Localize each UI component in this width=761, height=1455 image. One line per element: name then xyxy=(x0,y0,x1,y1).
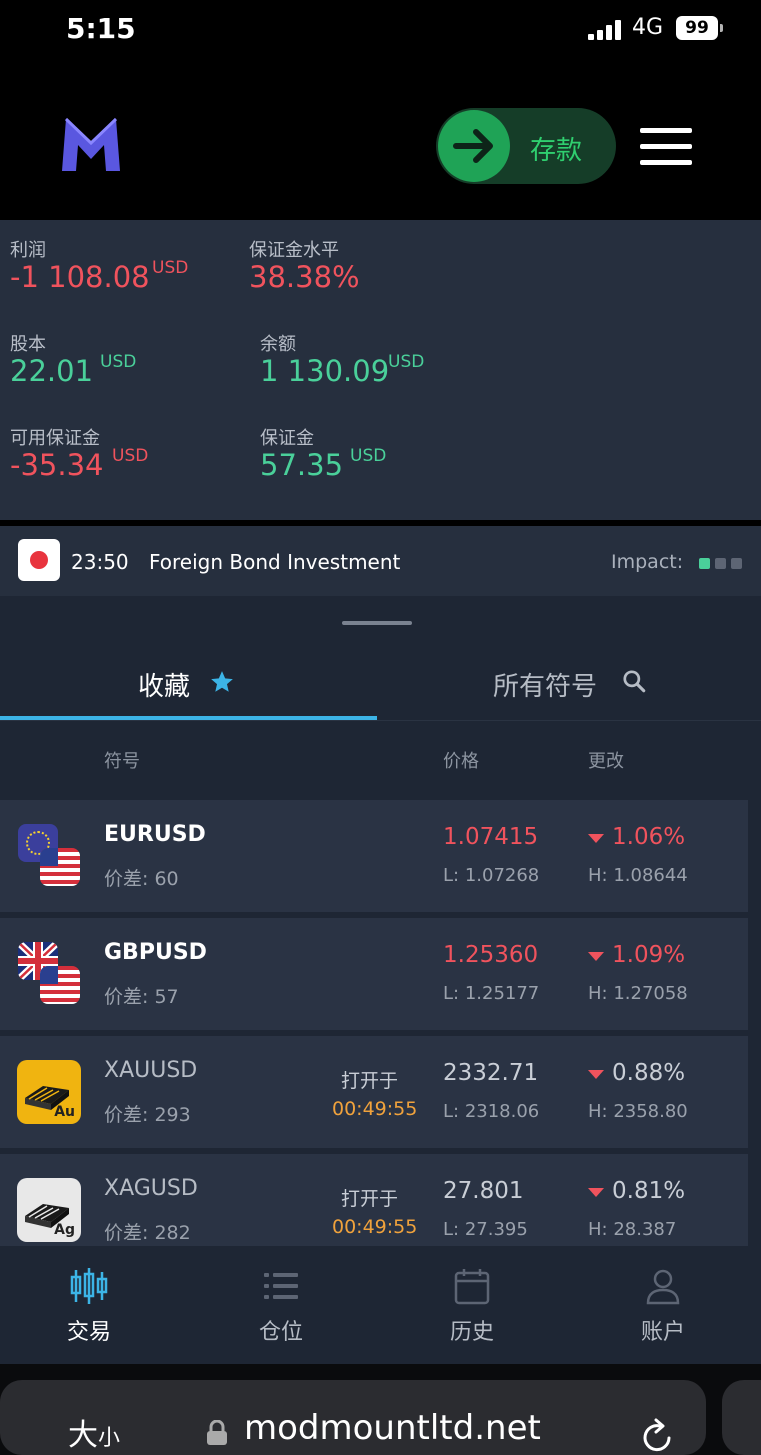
change-percent: 0.81% xyxy=(612,1178,686,1204)
address-bar[interactable]: 大小 modmountltd.net xyxy=(0,1380,706,1455)
signal-icon xyxy=(588,20,622,40)
japan-flag-icon xyxy=(18,539,60,581)
symbol-name: XAUUSD xyxy=(104,1058,198,1083)
change-percent: 1.09% xyxy=(612,942,686,968)
low-price: L: 1.07268 xyxy=(443,865,540,886)
list-icon xyxy=(264,1273,298,1299)
status-bar: 5:15 4G 99 xyxy=(0,0,761,60)
table-header: 符号 价格 更改 xyxy=(0,721,761,799)
nav-trade[interactable]: 交易 xyxy=(29,1266,149,1346)
us-flag-icon xyxy=(40,966,80,1004)
nav-positions[interactable]: 仓位 xyxy=(221,1266,341,1346)
profit-stat: 利润 -1 108.08 USD xyxy=(10,240,189,294)
brand-logo xyxy=(62,117,120,171)
low-price: L: 2318.06 xyxy=(443,1101,540,1122)
spread: 价差: 57 xyxy=(104,986,179,1008)
margin-stat: 保证金 57.35 USD xyxy=(260,428,387,482)
account-summary: 利润 -1 108.08 USD 保证金水平 38.38% 股本 22.01 U… xyxy=(0,220,761,520)
arrow-right-icon xyxy=(438,110,510,182)
equity-value: 22.01 xyxy=(10,354,94,388)
down-arrow-icon xyxy=(588,834,604,843)
drag-handle[interactable] xyxy=(342,621,412,625)
table-row[interactable]: Au XAUUSD 价差: 293 打开于 00:49:55 2332.71 L… xyxy=(0,1036,748,1148)
network-type: 4G xyxy=(632,15,664,40)
column-symbol: 符号 xyxy=(104,751,140,772)
balance-stat: 余额 1 130.09 USD xyxy=(260,334,425,388)
price: 1.25360 xyxy=(443,942,539,968)
star-icon xyxy=(211,671,233,692)
down-arrow-icon xyxy=(588,1188,604,1197)
spread: 价差: 293 xyxy=(104,1104,191,1126)
browser-toolbar: 大小 modmountltd.net xyxy=(0,1364,761,1455)
price: 27.801 xyxy=(443,1178,524,1204)
low-price: L: 1.25177 xyxy=(443,983,540,1004)
spread: 价差: 282 xyxy=(104,1222,191,1244)
high-price: H: 28.387 xyxy=(588,1219,677,1240)
tab-favorites[interactable]: 收藏 xyxy=(0,666,377,716)
market-opens-label: 打开于 xyxy=(341,1188,399,1210)
news-title: Foreign Bond Investment xyxy=(149,550,401,574)
margin-level-value: 38.38% xyxy=(249,260,360,294)
table-row[interactable]: EURUSD 价差: 60 1.07415 L: 1.07268 1.06% H… xyxy=(0,800,748,912)
search-icon xyxy=(623,670,646,693)
reload-icon[interactable] xyxy=(638,1418,676,1455)
hamburger-menu-icon[interactable] xyxy=(640,128,692,166)
table-row[interactable]: GBPUSD 价差: 57 1.25360 L: 1.25177 1.09% H… xyxy=(0,918,748,1030)
market-opens-label: 打开于 xyxy=(341,1070,399,1092)
profit-value: -1 108.08 xyxy=(10,260,150,294)
user-icon xyxy=(646,1269,680,1305)
deposit-label: 存款 xyxy=(530,136,583,166)
symbol-name: EURUSD xyxy=(104,822,206,847)
url-text: modmountltd.net xyxy=(244,1408,541,1448)
impact-label: Impact: xyxy=(611,551,684,573)
symbol-name: XAGUSD xyxy=(104,1176,198,1201)
calendar-icon xyxy=(454,1269,490,1305)
tab-all-symbols[interactable]: 所有符号 xyxy=(377,666,761,716)
symbol-name: GBPUSD xyxy=(104,940,207,965)
table-row[interactable]: Ag XAGUSD 价差: 282 打开于 00:49:55 27.801 L:… xyxy=(0,1154,748,1246)
market-open-countdown: 00:49:55 xyxy=(332,1098,418,1120)
balance-value: 1 130.09 xyxy=(260,354,390,388)
nav-account[interactable]: 账户 xyxy=(603,1266,723,1346)
impact-indicator xyxy=(699,558,743,569)
status-time: 5:15 xyxy=(66,12,136,45)
lock-icon xyxy=(207,1420,227,1445)
column-price: 价格 xyxy=(443,751,479,772)
news-time: 23:50 xyxy=(71,550,129,574)
next-tab-preview[interactable] xyxy=(722,1380,761,1455)
battery-icon: 99 xyxy=(676,16,718,40)
deposit-button[interactable]: 存款 xyxy=(436,108,616,184)
high-price: H: 1.27058 xyxy=(588,983,688,1004)
free-margin-value: -35.34 xyxy=(10,448,104,482)
price: 2332.71 xyxy=(443,1060,539,1086)
column-change: 更改 xyxy=(588,751,624,772)
down-arrow-icon xyxy=(588,1070,604,1079)
nav-history[interactable]: 历史 xyxy=(412,1266,532,1346)
low-price: L: 27.395 xyxy=(443,1219,528,1240)
bottom-navigation: 交易 仓位 历史 账户 xyxy=(0,1246,761,1364)
margin-level-stat: 保证金水平 38.38% xyxy=(249,240,360,294)
change-percent: 0.88% xyxy=(612,1060,686,1086)
candlestick-icon xyxy=(70,1268,108,1304)
price: 1.07415 xyxy=(443,824,539,850)
high-price: H: 1.08644 xyxy=(588,865,688,886)
margin-value: 57.35 xyxy=(260,448,344,482)
free-margin-stat: 可用保证金 -35.34 USD xyxy=(10,428,149,482)
us-flag-icon xyxy=(40,848,80,886)
market-open-countdown: 00:49:55 xyxy=(332,1216,418,1238)
symbols-panel: 收藏 所有符号 符号 价格 更改 EURUSD 价差: 60 1.07415 L… xyxy=(0,596,761,1246)
app-header: 存款 xyxy=(0,60,761,220)
spread: 价差: 60 xyxy=(104,868,179,890)
change-percent: 1.06% xyxy=(612,824,686,850)
text-size-button[interactable]: 大小 xyxy=(68,1410,120,1454)
equity-stat: 股本 22.01 USD xyxy=(10,334,137,388)
high-price: H: 2358.80 xyxy=(588,1101,688,1122)
down-arrow-icon xyxy=(588,952,604,961)
silver-bar-icon: Ag xyxy=(17,1178,81,1242)
gold-bar-icon: Au xyxy=(17,1060,81,1124)
economic-news-bar[interactable]: 23:50 Foreign Bond Investment Impact: xyxy=(0,526,761,596)
